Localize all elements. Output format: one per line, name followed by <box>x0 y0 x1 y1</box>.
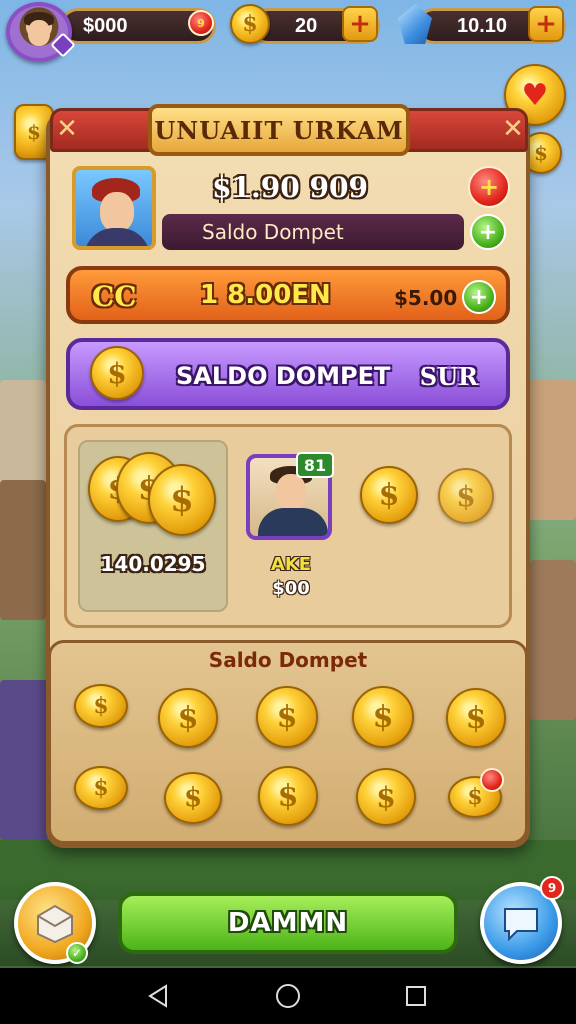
portrait-face <box>100 192 134 232</box>
cash-value: $000 <box>83 14 128 37</box>
dollar-coin-icon[interactable]: $ <box>158 688 218 748</box>
bg-house <box>530 560 576 720</box>
dollar-coin-icon: $ <box>90 346 144 400</box>
main-action-button[interactable]: DAMMN <box>118 892 458 954</box>
top-bar: $000 9 20 $ + 10.10 + <box>0 0 576 62</box>
cash-badge[interactable]: 9 <box>188 10 214 36</box>
dollar-coin-icon[interactable]: $ <box>446 688 506 748</box>
plus-icon: + <box>478 173 500 201</box>
offer-left-text: CC <box>92 280 137 313</box>
close-icon[interactable]: ✕ <box>54 114 80 144</box>
portrait-suit <box>84 228 150 246</box>
dollar-coin-icon[interactable]: $ <box>74 766 128 810</box>
add-balance-button[interactable]: + <box>468 166 510 208</box>
bg-house <box>0 480 46 620</box>
check-icon: ✓ <box>66 942 88 964</box>
player-avatar[interactable] <box>6 2 76 62</box>
character-suit <box>258 508 328 536</box>
dollar-coin-icon[interactable]: $ <box>356 768 416 826</box>
wallet-section-title: Saldo Dompet <box>208 648 368 672</box>
dollar-coin-icon[interactable]: $ <box>352 686 414 748</box>
character-price: $00 <box>272 578 310 599</box>
panel-title: UNUAIIT URKAM <box>148 104 410 156</box>
dollar-coin-icon: $ <box>148 464 216 536</box>
coin-pile-total: 140.0295 <box>100 552 206 576</box>
plus-icon: + <box>469 284 489 310</box>
dollar-coin-icon[interactable]: $ <box>258 766 318 826</box>
box-icon <box>37 904 73 944</box>
character-badge: 81 <box>296 452 334 478</box>
buy-offer-button[interactable]: + <box>462 280 496 314</box>
heart-icon: ♥ <box>521 77 549 113</box>
offer-bar[interactable]: CC 1 8.00EN $5.00 <box>66 266 510 324</box>
close-button[interactable]: ✕ <box>500 114 526 144</box>
character-face <box>276 474 306 510</box>
add-coins-button[interactable]: + <box>342 6 378 42</box>
bg-house <box>528 380 576 520</box>
wallet-bar-label: SALDO DOMPET <box>176 362 391 390</box>
dollar-coin-icon[interactable]: $ <box>438 468 494 524</box>
chat-bubble-icon <box>504 908 538 942</box>
add-gems-button[interactable]: + <box>528 6 564 42</box>
dollar-coin-icon[interactable]: $ <box>74 684 128 728</box>
wallet-label: Saldo Dompet <box>162 214 464 250</box>
balance-amount: $1.90 909 <box>212 170 368 204</box>
plus-icon: + <box>478 219 498 245</box>
add-wallet-button[interactable]: + <box>470 214 506 250</box>
new-item-dot <box>480 768 504 792</box>
dollar-coin-icon: $ <box>230 4 270 44</box>
plus-icon: + <box>349 9 371 39</box>
character-name: AKE <box>270 554 312 575</box>
back-triangle-icon[interactable] <box>142 980 174 1012</box>
profile-portrait[interactable] <box>72 166 156 250</box>
chat-notification-badge: 9 <box>540 876 564 900</box>
dollar-coin-icon[interactable]: $ <box>164 772 222 824</box>
dollar-coin-icon[interactable]: $ <box>360 466 418 524</box>
plus-icon: + <box>535 9 557 39</box>
offer-price: $5.00 <box>394 286 458 310</box>
dollar-coin-icon[interactable]: $ <box>256 686 318 748</box>
bg-house <box>0 680 48 840</box>
coin-value: 20 <box>295 14 318 37</box>
recents-square-icon[interactable] <box>400 980 432 1012</box>
offer-mid-text: 1 8.00EN <box>200 280 331 310</box>
gem-value: 10.10 <box>457 14 508 37</box>
avatar-face <box>28 20 50 46</box>
wallet-bar-suffix: SUR <box>419 362 478 391</box>
home-circle-icon[interactable] <box>272 980 304 1012</box>
